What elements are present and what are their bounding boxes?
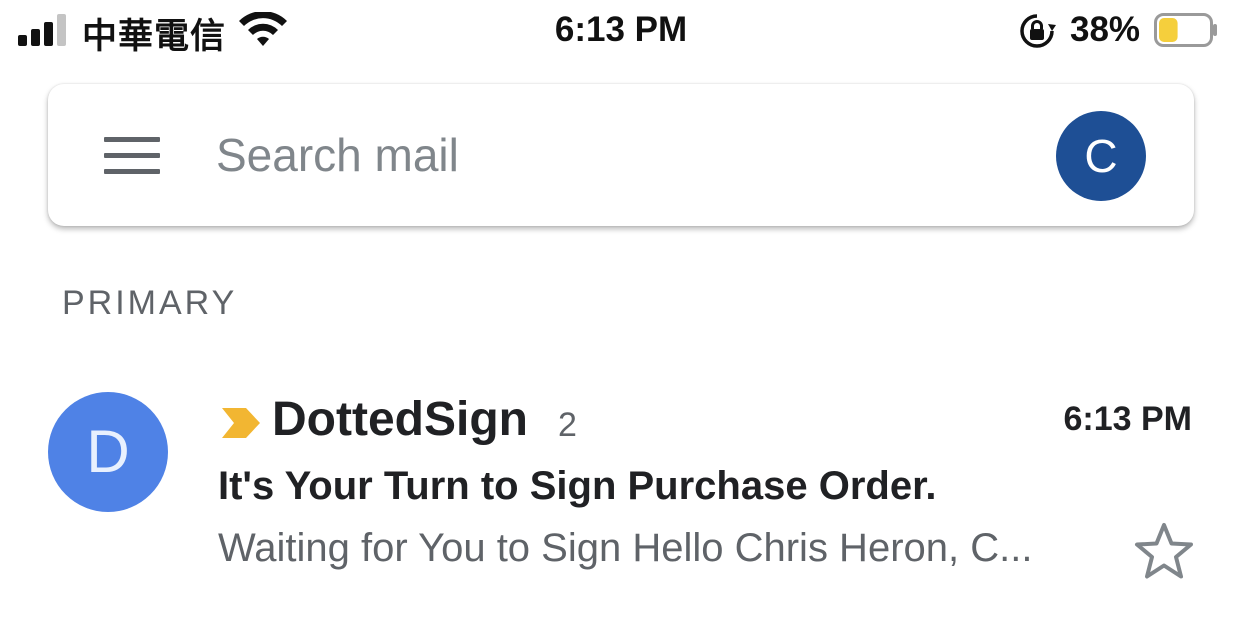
email-time: 6:13 PM	[1063, 400, 1193, 438]
account-avatar[interactable]: C	[1056, 111, 1146, 201]
battery-icon	[1154, 13, 1217, 47]
email-snippet: Waiting for You to Sign Hello Chris Hero…	[218, 526, 1033, 570]
sender-avatar[interactable]: D	[48, 392, 168, 512]
status-bar: 中華電信 6:13 PM 38%	[0, 0, 1242, 62]
email-list-item[interactable]: D DottedSign 2 6:13 PM It's Your Turn to…	[0, 370, 1242, 610]
hamburger-menu-icon[interactable]	[104, 136, 160, 176]
orientation-lock-icon	[1020, 14, 1056, 48]
search-input[interactable]	[216, 124, 1016, 186]
email-subject: It's Your Turn to Sign Purchase Order.	[218, 464, 937, 508]
search-bar: C	[48, 84, 1194, 226]
important-marker-icon[interactable]	[222, 408, 260, 438]
thread-count: 2	[558, 406, 577, 444]
section-label-primary: PRIMARY	[62, 284, 238, 322]
email-sender: DottedSign	[272, 393, 528, 446]
gmail-inbox-screen: 中華電信 6:13 PM 38% C PRIMARY	[0, 0, 1242, 624]
star-icon[interactable]	[1134, 522, 1194, 580]
battery-percent: 38%	[1070, 10, 1141, 49]
